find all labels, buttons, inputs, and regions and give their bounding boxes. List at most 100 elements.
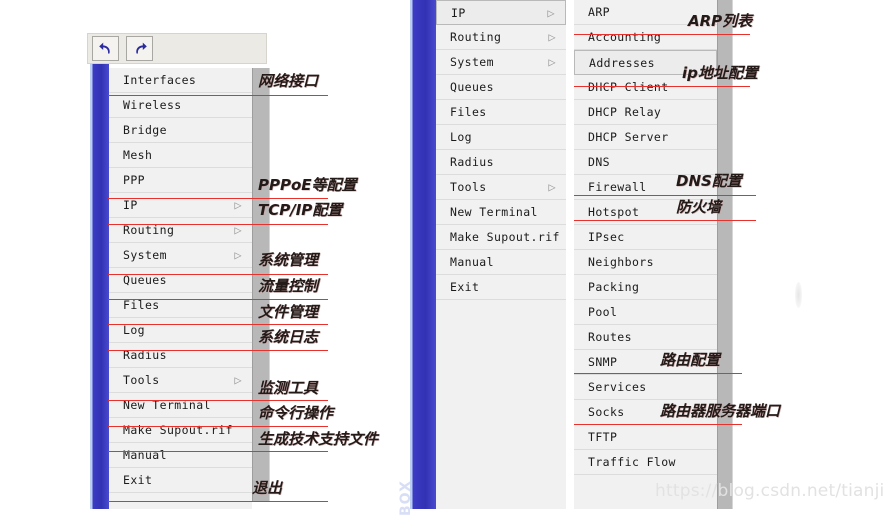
menu-item-exit[interactable]: Exit [109, 468, 252, 493]
menu-item-label: DHCP Server [588, 130, 669, 144]
left-annotation-text-6: 系统日志 [258, 328, 319, 346]
menu-item-label: Traffic Flow [588, 455, 676, 469]
menu-item-label: Wireless [123, 98, 182, 112]
menu-item-label: Packing [588, 280, 640, 294]
menu-item-manual[interactable]: Manual [436, 250, 566, 275]
menu-item-neighbors[interactable]: Neighbors [574, 250, 717, 275]
menu-item-interfaces[interactable]: Interfaces [109, 68, 252, 93]
menu-item-log[interactable]: Log [109, 318, 252, 343]
left-main-menu: Interfaces Wireless Bridge Mesh PPP IP ▷ Routin… [109, 68, 252, 509]
menu-item-label: DHCP Client [588, 80, 669, 94]
redo-button[interactable] [126, 36, 153, 61]
menu-item-label: PPP [123, 173, 145, 187]
ip-annotation-underline-4 [574, 373, 742, 374]
ip-annotation-underline-3 [574, 220, 756, 221]
left-annotation-text-5: 文件管理 [258, 303, 319, 321]
menu-item-label: System [450, 55, 494, 69]
ip-annotation-text-0: ARP列表 [688, 12, 753, 30]
menu-item-services[interactable]: Services [574, 375, 717, 400]
undo-button[interactable] [92, 36, 119, 61]
menu-item-tools[interactable]: Tools ▷ [109, 368, 252, 393]
left-annotation-underline-0 [108, 95, 328, 96]
menu-item-files[interactable]: Files [436, 100, 566, 125]
left-annotation-underline-10 [108, 501, 328, 502]
menu-item-pool[interactable]: Pool [574, 300, 717, 325]
watermark: https://blog.csdn.net/tianjiewang [655, 481, 885, 501]
menu-item-label: Exit [450, 280, 480, 294]
menu-item-routing[interactable]: Routing ▷ [436, 25, 566, 50]
menu-item-dhcp-relay[interactable]: DHCP Relay [574, 100, 717, 125]
screenshot-root: Interfaces Wireless Bridge Mesh PPP IP ▷ Routin… [0, 0, 885, 516]
left-annotation-underline-5 [108, 324, 328, 325]
menu-item-label: DHCP Relay [588, 105, 662, 119]
menu-item-label: IP [123, 198, 138, 212]
menu-item-ip[interactable]: IP ▷ [109, 193, 252, 218]
menu-item-label: Bridge [123, 123, 167, 137]
submenu-arrow-icon: ▷ [547, 6, 555, 20]
menu-item-bridge[interactable]: Bridge [109, 118, 252, 143]
menu-item-manual[interactable]: Manual [109, 443, 252, 468]
menu-item-make-supout-rif[interactable]: Make Supout.rif [436, 225, 566, 250]
menu-item-packing[interactable]: Packing [574, 275, 717, 300]
submenu-arrow-icon: ▷ [234, 198, 242, 212]
left-window-rail [90, 64, 109, 509]
submenu-arrow-icon: ▷ [234, 373, 242, 387]
left-annotation-underline-2 [108, 224, 328, 225]
menu-item-routes[interactable]: Routes [574, 325, 717, 350]
menu-item-label: Mesh [123, 148, 153, 162]
menu-item-files[interactable]: Files [109, 293, 252, 318]
background-artifact [795, 282, 802, 308]
menu-item-label: Make Supout.rif [450, 230, 560, 244]
menu-item-ppp[interactable]: PPP [109, 168, 252, 193]
menu-item-new-terminal[interactable]: New Terminal [109, 393, 252, 418]
menu-item-tftp[interactable]: TFTP [574, 425, 717, 450]
menu-item-label: Files [450, 105, 487, 119]
ip-annotation-text-2: DNS配置 [676, 172, 742, 190]
menu-item-radius[interactable]: Radius [109, 343, 252, 368]
menu-item-system[interactable]: System ▷ [436, 50, 566, 75]
left-annotation-underline-8 [108, 426, 328, 427]
menu-item-traffic-flow[interactable]: Traffic Flow [574, 450, 717, 475]
menu-item-label: Services [588, 380, 647, 394]
menu-item-label: Radius [450, 155, 494, 169]
menu-item-label: System [123, 248, 167, 262]
submenu-arrow-icon: ▷ [548, 180, 556, 194]
menu-item-radius[interactable]: Radius [436, 150, 566, 175]
menu-item-label: Tools [123, 373, 160, 387]
menu-item-label: Accounting [588, 30, 662, 44]
ip-annotation-text-5: 路由器服务器端口 [660, 402, 781, 420]
menu-item-queues[interactable]: Queues [109, 268, 252, 293]
menu-item-dhcp-server[interactable]: DHCP Server [574, 125, 717, 150]
ip-annotation-text-1: ip地址配置 [682, 64, 758, 82]
menu-item-make-supout-rif[interactable]: Make Supout.rif [109, 418, 252, 443]
submenu-arrow-icon: ▷ [234, 248, 242, 262]
menu-item-queues[interactable]: Queues [436, 75, 566, 100]
left-annotation-text-0: 网络接口 [258, 72, 319, 90]
menu-item-exit[interactable]: Exit [436, 275, 566, 300]
left-annotation-text-8: 命令行操作 [258, 404, 334, 422]
menu-item-label: Routes [588, 330, 632, 344]
menu-item-log[interactable]: Log [436, 125, 566, 150]
menu-item-tools[interactable]: Tools ▷ [436, 175, 566, 200]
menu-item-label: Pool [588, 305, 618, 319]
ip-annotation-underline-1 [574, 86, 750, 87]
menu-item-routing[interactable]: Routing ▷ [109, 218, 252, 243]
left-annotation-text-2: TCP/IP配置 [258, 201, 343, 219]
mid-window-rail [410, 0, 436, 509]
menu-item-ip[interactable]: IP ▷ [436, 0, 566, 25]
menu-item-wireless[interactable]: Wireless [109, 93, 252, 118]
menu-item-label: Queues [123, 273, 167, 287]
menu-item-label: TFTP [588, 430, 618, 444]
menu-item-system[interactable]: System ▷ [109, 243, 252, 268]
ip-annotation-underline-2 [574, 195, 756, 196]
menu-item-ipsec[interactable]: IPsec [574, 225, 717, 250]
menu-item-label: SNMP [588, 355, 618, 369]
menu-item-mesh[interactable]: Mesh [109, 143, 252, 168]
menu-item-label: Files [123, 298, 160, 312]
left-annotation-underline-4 [108, 299, 328, 300]
menu-item-label: Routing [450, 30, 502, 44]
menu-item-new-terminal[interactable]: New Terminal [436, 200, 566, 225]
submenu-arrow-icon: ▷ [234, 223, 242, 237]
mid-menu: IP ▷ Routing ▷ System ▷ Queues Files Log Radius To… [436, 0, 566, 509]
menu-item-label: Socks [588, 405, 625, 419]
